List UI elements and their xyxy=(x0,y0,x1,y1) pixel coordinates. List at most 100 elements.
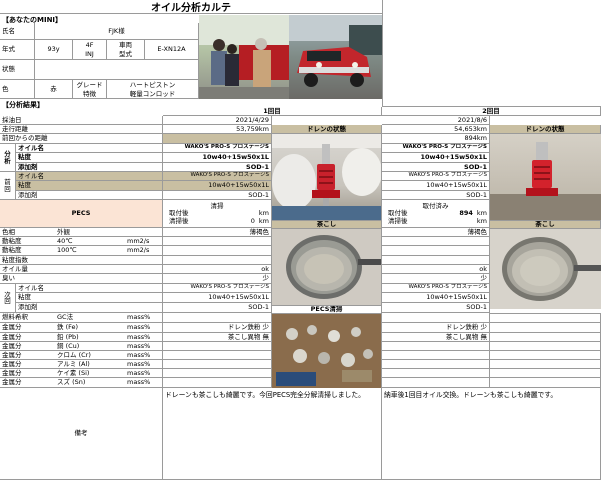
r1-kin40 xyxy=(163,237,272,246)
r1-date: 2021/4/29 xyxy=(163,116,272,125)
engine-bottom: INJ xyxy=(73,50,107,60)
remarks-label: 備考 xyxy=(0,388,163,480)
r2-prev-viscosity: 10w40+15w50x1L xyxy=(382,181,490,191)
label-next-additive: 添加剤 xyxy=(16,303,163,313)
label-viscosity: 粘度 xyxy=(16,153,163,163)
r2-photo-empty-8 xyxy=(490,378,601,388)
label-metal-row: 金属分 クロム (Cr) mass% xyxy=(0,351,163,360)
label-smell: 臭い xyxy=(0,274,163,284)
r1-hue: 薄褐色 xyxy=(163,228,272,237)
label-since-change: 前回からの距離 xyxy=(0,134,163,144)
color-label: 色 xyxy=(0,80,35,99)
prev-side-label: 前回 xyxy=(0,172,16,200)
r2-metal-cu xyxy=(382,342,490,351)
r1-remarks: ドレーンも茶こしも綺麗です。今回PECS完全分解清掃しました。 xyxy=(163,388,382,480)
r1-drain-note: ドレン鉄粉 少 xyxy=(163,323,272,333)
r1-prev-viscosity: 10w40+15w50x1L xyxy=(163,181,272,191)
r1-fuel-dilution xyxy=(163,313,272,323)
owner-label: 氏名 xyxy=(0,23,35,40)
r2-prev-oil: WAKO'S PRO-S プロステージS xyxy=(382,172,490,181)
r2-next-additive: SOD-1 xyxy=(382,303,490,313)
r1-viscosity: 10w40+15w50x1L xyxy=(163,153,272,163)
r1-next-additive: SOD-1 xyxy=(163,303,272,313)
label-pecs: PECS xyxy=(0,200,163,228)
label-metal-row: 金属分銅 (Cu) mass% xyxy=(0,342,163,351)
r2-photo-empty-1 xyxy=(490,313,601,323)
r2-photo-empty-2 xyxy=(490,323,601,333)
r2-date: 2021/8/6 xyxy=(382,116,490,125)
label-mileage: 走行距離 xyxy=(0,125,163,134)
r2-photo-empty-4 xyxy=(490,342,601,351)
r1-drain-photo xyxy=(272,134,382,220)
grade-label-top: グレード xyxy=(73,80,107,90)
label-metal-row: 金属分鉄 (Fe) mass% xyxy=(0,323,163,333)
r2-strainer-photo xyxy=(490,229,601,309)
car-photo xyxy=(289,15,382,99)
r2-next-oil: WAKO'S PRO-S プロステージS xyxy=(382,284,490,293)
year-value: 93y xyxy=(35,40,73,60)
year-label: 年式 xyxy=(0,40,35,60)
r1-mileage: 53,759km xyxy=(163,125,272,134)
round1-header: 1回目 xyxy=(163,107,382,116)
label-oil-name: オイル名 xyxy=(16,144,163,153)
r2-photo-empty-5 xyxy=(490,351,601,360)
r2-metal-cr xyxy=(382,351,490,360)
r2-strainer-note: 茶こし異物 無 xyxy=(382,333,490,342)
r2-drain-note: ドレン鉄粉 少 xyxy=(382,323,490,333)
r2-next-viscosity: 10w40+15w50x1L xyxy=(382,293,490,303)
analysis-section-label: 【分析結果】 xyxy=(2,101,44,109)
r1-since xyxy=(163,134,272,144)
label-metal-row: 金属分 アルミ (Al) mass% xyxy=(0,360,163,369)
r2-since: 894km xyxy=(382,134,490,144)
r2-photo-empty-6 xyxy=(490,360,601,369)
label-metal-row: 金属分 スズ (Sn) mass% xyxy=(0,378,163,388)
r2-strainer-label: 茶こし xyxy=(490,220,601,229)
r1-oil-amount: ok xyxy=(163,265,272,274)
condition-label: 状態 xyxy=(0,60,35,80)
label-next-oil-name: オイル名 xyxy=(16,284,163,293)
r1-strainer-photo xyxy=(272,229,382,309)
label-next-viscosity: 粘度 xyxy=(16,293,163,303)
r2-oil-amount: ok xyxy=(382,265,490,274)
round2-header: 2回目 xyxy=(382,107,601,116)
engine-top: 4F xyxy=(73,40,107,50)
r2-oil: WAKO'S PRO-S プロステージS xyxy=(382,144,490,153)
r2-remarks: 納車後1回目オイル交換。ドレーンも茶こしも綺麗です。 xyxy=(382,388,601,480)
r2-prev-additive: SOD-1 xyxy=(382,191,490,200)
analysis-side-label: 分析 xyxy=(0,144,16,172)
r2-drain-photo xyxy=(490,134,601,220)
r2-vis-index xyxy=(382,256,490,265)
header-blank-area xyxy=(382,0,601,107)
model-label-top: 車両 xyxy=(107,40,145,50)
label-metal-row: 金属分鉛 (Pb) mass% xyxy=(0,333,163,342)
r2-metal-sn xyxy=(382,378,490,388)
label-prev-viscosity: 粘度 xyxy=(16,181,163,191)
r1-metal-cu xyxy=(163,342,272,351)
grade-value-bottom: 軽量コンロッド xyxy=(107,90,199,99)
r1-kin100 xyxy=(163,246,272,256)
label-oil-amount: オイル量 xyxy=(0,265,163,274)
r1-pecs-clean-label: PECS清掃 xyxy=(272,305,382,314)
r2-photo-empty-3 xyxy=(490,333,601,342)
r1-metal-sn xyxy=(163,378,272,388)
r1-next-viscosity: 10w40+15w50x1L xyxy=(163,293,272,303)
r2-kin40 xyxy=(382,237,490,246)
label-vis-index: 粘度指数 xyxy=(0,256,163,265)
r1-prev-additive: SOD-1 xyxy=(163,191,272,200)
r1-oil: WAKO'S PRO-S プロステージS xyxy=(163,144,272,153)
label-sample-date: 採油日 xyxy=(0,116,163,125)
label-metal-row: 金属分 ケイ素 (Si) mass% xyxy=(0,369,163,378)
grade-label-bottom: 特徴 xyxy=(73,90,107,99)
page-title: オイル分析カルテ xyxy=(0,0,382,14)
r1-prev-oil: WAKO'S PRO-S プロステージS xyxy=(163,172,272,181)
r1-strainer-note: 茶こし異物 無 xyxy=(163,333,272,342)
r2-viscosity: 10w40+15w50x1L xyxy=(382,153,490,163)
label-prev-oil-name: オイル名 xyxy=(16,172,163,181)
r1-vis-index xyxy=(163,256,272,265)
r2-additive: SOD-1 xyxy=(382,163,490,172)
r1-smell: 少 xyxy=(163,274,272,284)
model-value: E-XN12A xyxy=(145,40,199,60)
r1-metal-al xyxy=(163,360,272,369)
r2-pecs: 取付済み 取付後 894 km 清掃後 km xyxy=(382,200,490,228)
r2-smell: 少 xyxy=(382,274,490,284)
